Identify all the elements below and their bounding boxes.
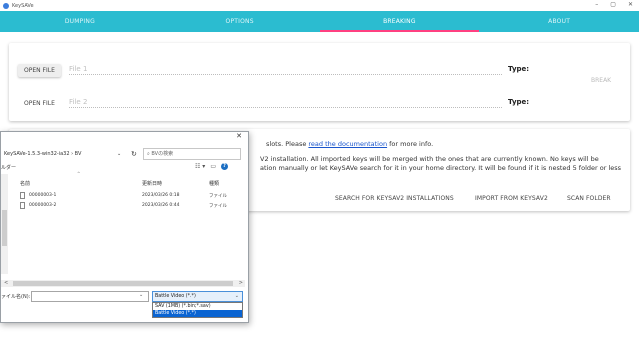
documentation-link[interactable]: read the documentation [308, 140, 387, 148]
address-bar[interactable]: KeySAVe-1.5.3-win32-ia32 › BV [1, 148, 123, 160]
import-keysav2-button[interactable]: IMPORT FROM KEYSAV2 [475, 195, 548, 202]
organize-label[interactable]: ルダー [1, 164, 16, 171]
sort-caret-icon: ^ [77, 171, 81, 176]
tab-breaking[interactable]: BREAKING [319, 11, 480, 32]
window-title: KeySAVe [12, 2, 34, 9]
info-line-1: slots. Please read the documentation for… [266, 140, 434, 148]
file-row[interactable]: 00000003-2 2023/03/26 0:44 ファイル [13, 202, 243, 211]
type-1-label: Type: [508, 65, 530, 73]
refresh-icon[interactable]: ↻ [131, 148, 137, 160]
scroll-left-icon[interactable]: < [4, 280, 8, 286]
filename-input[interactable] [31, 291, 149, 302]
tab-options[interactable]: OPTIONS [160, 11, 320, 32]
open-file-2-button[interactable]: OPEN FILE [18, 97, 61, 110]
search-keysav2-button[interactable]: SEARCH FOR KEYSAV2 INSTALLATIONS [335, 195, 454, 202]
title-bar: KeySAVe – ▢ ✕ [0, 0, 639, 11]
break-button[interactable]: BREAK [591, 77, 611, 84]
type-2-label: Type: [508, 98, 530, 106]
file-2-field[interactable]: File 2 [69, 98, 502, 108]
view-controls: ☷ ▾ ▭ ? [195, 163, 228, 170]
open-file-1-button[interactable]: OPEN FILE [18, 64, 61, 77]
maximize-icon[interactable]: ▢ [610, 1, 616, 8]
column-name-header[interactable]: 名前 [20, 180, 30, 187]
dialog-close-icon[interactable]: ✕ [236, 132, 242, 140]
info-line-2: V2 installation. All imported keys will … [260, 155, 599, 163]
column-date-header[interactable]: 更新日時 [142, 180, 162, 187]
file-row[interactable]: 00000003-1 2023/03/26 0:18 ファイル [13, 192, 243, 201]
file-icon [20, 202, 25, 209]
preview-pane-icon[interactable]: ▭ [210, 163, 216, 170]
file-card: OPEN FILE File 1 Type: BREAK OPEN FILE F… [9, 43, 630, 121]
scroll-right-icon[interactable]: > [239, 280, 243, 286]
filename-history-icon[interactable]: ⌄ [139, 292, 143, 298]
minimize-icon[interactable]: – [595, 1, 598, 8]
file-1-field[interactable]: File 1 [69, 65, 502, 75]
help-icon[interactable]: ? [220, 163, 228, 170]
chevron-down-icon: ⌄ [234, 293, 239, 299]
filetype-select[interactable]: Battle Video (*.*) ⌄ [152, 291, 243, 302]
close-window-icon[interactable]: ✕ [628, 1, 633, 8]
folder-search-input[interactable]: ⌕ BVの検索 [143, 148, 241, 160]
chevron-down-icon[interactable]: ⌄ [117, 148, 121, 160]
app-icon [3, 2, 9, 9]
filename-label: ァイル名(N): [1, 294, 31, 300]
tab-bar: DUMPING OPTIONS BREAKING ABOUT [0, 11, 639, 32]
view-options-icon[interactable]: ☷ ▾ [195, 163, 205, 170]
info-line-3: ation manually or let KeySAVe search for… [260, 164, 622, 172]
filetype-dropdown: SAV (1MB) (*.bin;*.sav) Battle Video (*.… [152, 302, 243, 318]
file-icon [20, 192, 25, 199]
horizontal-scrollbar[interactable]: < > [1, 280, 245, 287]
file-open-dialog: ✕ KeySAVe-1.5.3-win32-ia32 › BV ⌄ ↻ ⌕ BV… [0, 131, 249, 323]
scan-folder-button[interactable]: SCAN FOLDER [567, 195, 611, 202]
filetype-option-battle-video[interactable]: Battle Video (*.*) [153, 310, 242, 317]
tab-about[interactable]: ABOUT [479, 11, 639, 32]
column-type-header[interactable]: 種類 [209, 180, 219, 187]
filetype-option-sav[interactable]: SAV (1MB) (*.bin;*.sav) [153, 303, 242, 310]
navigation-pane-scrollbar[interactable] [1, 174, 8, 274]
window-controls: – ▢ ✕ [595, 1, 633, 8]
tab-dumping[interactable]: DUMPING [0, 11, 160, 32]
